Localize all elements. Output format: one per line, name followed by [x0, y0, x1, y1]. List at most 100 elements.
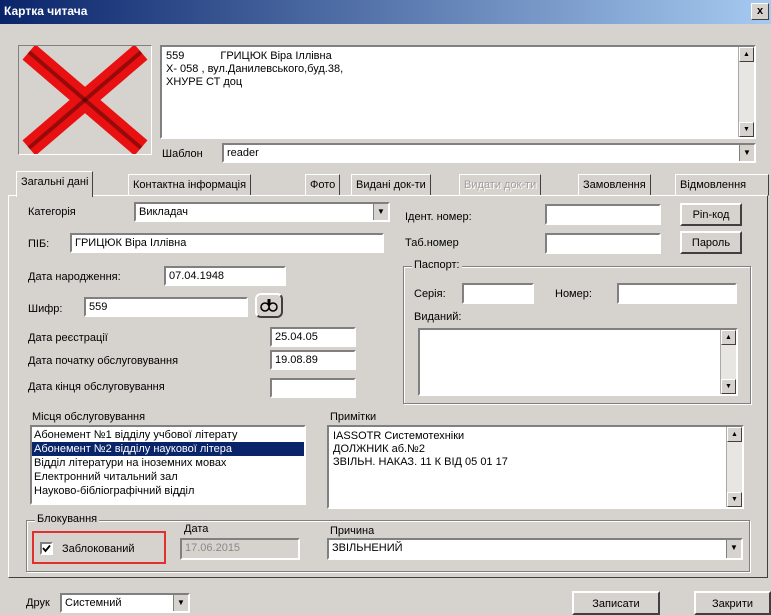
scroll-down-icon[interactable]: ▼ [739, 122, 754, 137]
tab-label: Фото [310, 179, 336, 191]
registration-date-label: Дата реєстрації [28, 332, 108, 344]
close-button[interactable]: Закрити [694, 591, 771, 615]
close-icon[interactable]: x [751, 3, 769, 20]
cipher-label: Шифр: [28, 303, 63, 315]
reader-address: Х- 058 , вул.Данилевського,буд.38, [166, 63, 344, 75]
tab-number-field[interactable] [545, 233, 661, 254]
reader-id: 559 [166, 50, 185, 62]
ident-number-field[interactable] [545, 204, 661, 225]
list-item[interactable]: Відділ літератури на іноземних мовах [32, 456, 304, 470]
notes-line: ДОЛЖНИК аб.№2 [333, 443, 425, 455]
reader-card-window: Картка читача x 559 ГРИЦЮК Віра Іллівна Х… [0, 0, 771, 615]
reader-info-scrollbar[interactable]: ▲ ▼ [738, 47, 754, 137]
registration-date-value: 25.04.05 [275, 331, 318, 343]
cipher-search-button[interactable] [255, 293, 283, 318]
save-button[interactable]: Записати [572, 591, 660, 615]
scroll-up-icon[interactable]: ▲ [727, 427, 742, 442]
scroll-up-icon[interactable]: ▲ [721, 330, 736, 345]
series-label: Серія: [414, 288, 446, 300]
template-label: Шаблон [162, 148, 203, 160]
list-item[interactable]: Електронний читальний зал [32, 470, 304, 484]
chevron-down-icon[interactable]: ▼ [726, 540, 741, 558]
blocked-checkbox[interactable] [40, 542, 53, 555]
tab-refusals[interactable]: Відмовлення [675, 174, 769, 196]
block-date-value: 17.06.2015 [185, 542, 241, 554]
block-date-field[interactable]: 17.06.2015 [180, 538, 300, 560]
check-icon [42, 544, 51, 553]
block-date-label: Дата [184, 523, 209, 535]
cipher-field[interactable]: 559 [84, 297, 248, 317]
ident-number-label: Ідент. номер: [405, 211, 472, 223]
template-value: reader [227, 147, 259, 159]
list-item[interactable]: Науково-бібліографічний відділ [32, 484, 304, 498]
tab-label: Замовлення [583, 179, 646, 191]
service-start-value: 19.08.89 [275, 354, 318, 366]
chevron-down-icon[interactable]: ▼ [373, 204, 388, 220]
service-end-label: Дата кінця обслуговування [28, 381, 165, 393]
chevron-down-icon[interactable]: ▼ [739, 145, 754, 161]
reason-value: ЗВІЛЬНЕНИЙ [332, 542, 403, 554]
tab-photo[interactable]: Фото [305, 174, 341, 196]
notes-label: Примітки [330, 411, 377, 423]
tab-issue-docs[interactable]: Видати док-ти [459, 174, 542, 196]
no-photo-icon [22, 44, 148, 156]
cipher-value: 559 [89, 301, 108, 313]
blocking-group-label: Блокування [35, 513, 100, 525]
tab-label: Контактна інформація [133, 179, 247, 191]
list-item[interactable]: Абонемент №2 відділу наукової літера [32, 442, 304, 456]
binoculars-icon [260, 299, 278, 312]
blocked-checkbox-label: Заблокований [62, 543, 135, 555]
notes-line: IASSOTR Системотехніки [333, 430, 465, 442]
password-button-label: Пароль [691, 237, 731, 249]
tab-label: Видані док-ти [356, 179, 426, 191]
category-label: Категорія [28, 206, 76, 218]
print-select[interactable]: Системний ▼ [60, 593, 190, 613]
tab-number-label: Таб.номер [405, 237, 459, 249]
photo-placeholder[interactable] [18, 44, 152, 156]
birth-date-value: 07.04.1948 [169, 270, 225, 282]
pin-code-button[interactable]: Pin-код [680, 203, 742, 226]
service-end-field[interactable] [270, 378, 356, 398]
pib-label: ПІБ: [28, 238, 50, 250]
service-places-label: Місця обслуговування [32, 411, 146, 423]
list-item[interactable]: Абонемент №1 відділу учбової літерату [32, 428, 304, 442]
tab-orders[interactable]: Замовлення [578, 174, 651, 196]
close-button-label: Закрити [711, 598, 754, 610]
reason-select[interactable]: ЗВІЛЬНЕНИЙ ▼ [327, 538, 743, 560]
service-start-label: Дата початку обслуговування [28, 355, 179, 367]
number-field[interactable] [617, 283, 737, 304]
scroll-down-icon[interactable]: ▼ [727, 492, 742, 507]
service-places-list[interactable]: Абонемент №1 відділу учбової літерату Аб… [30, 425, 306, 505]
tab-label: Загальні дані [21, 176, 89, 188]
tab-general[interactable]: Загальні дані [16, 171, 94, 197]
title-bar: Картка читача x [0, 0, 771, 24]
notes-line: ЗВІЛЬН. НАКАЗ. 11 К ВІД 05 01 17 [333, 456, 508, 468]
birth-date-label: Дата народження: [28, 271, 121, 283]
chevron-down-icon[interactable]: ▼ [173, 595, 188, 611]
notes-memo[interactable]: IASSOTR Системотехніки ДОЛЖНИК аб.№2 ЗВІ… [327, 425, 744, 509]
print-value: Системний [65, 597, 122, 609]
category-value: Викладач [139, 206, 188, 218]
notes-scrollbar[interactable]: ▲ ▼ [726, 427, 742, 507]
pin-code-button-label: Pin-код [692, 209, 730, 221]
reader-info-memo[interactable]: 559 ГРИЦЮК Віра Іллівна Х- 058 , вул.Дани… [160, 45, 756, 139]
scroll-down-icon[interactable]: ▼ [721, 379, 736, 394]
tab-issued-docs[interactable]: Видані док-ти [351, 174, 431, 196]
issued-by-label: Виданий: [414, 311, 462, 323]
category-select[interactable]: Викладач ▼ [134, 202, 390, 222]
issued-by-scrollbar[interactable]: ▲ ▼ [720, 330, 736, 394]
registration-date-field[interactable]: 25.04.05 [270, 327, 356, 347]
password-button[interactable]: Пароль [680, 231, 742, 254]
template-select[interactable]: reader ▼ [222, 143, 756, 163]
pib-value: ГРИЦЮК Віра Іллівна [75, 237, 187, 249]
passport-label: Паспорт: [412, 259, 462, 271]
birth-date-field[interactable]: 07.04.1948 [164, 266, 286, 286]
window-title: Картка читача [4, 4, 88, 18]
scroll-up-icon[interactable]: ▲ [739, 47, 754, 62]
service-start-field[interactable]: 19.08.89 [270, 350, 356, 370]
series-field[interactable] [462, 283, 534, 304]
tab-contacts[interactable]: Контактна інформація [128, 174, 252, 196]
issued-by-memo[interactable]: ▲ ▼ [418, 328, 738, 396]
pib-field[interactable]: ГРИЦЮК Віра Іллівна [70, 233, 384, 253]
reader-workplace: ХНУРЕ СТ доц [166, 76, 243, 88]
